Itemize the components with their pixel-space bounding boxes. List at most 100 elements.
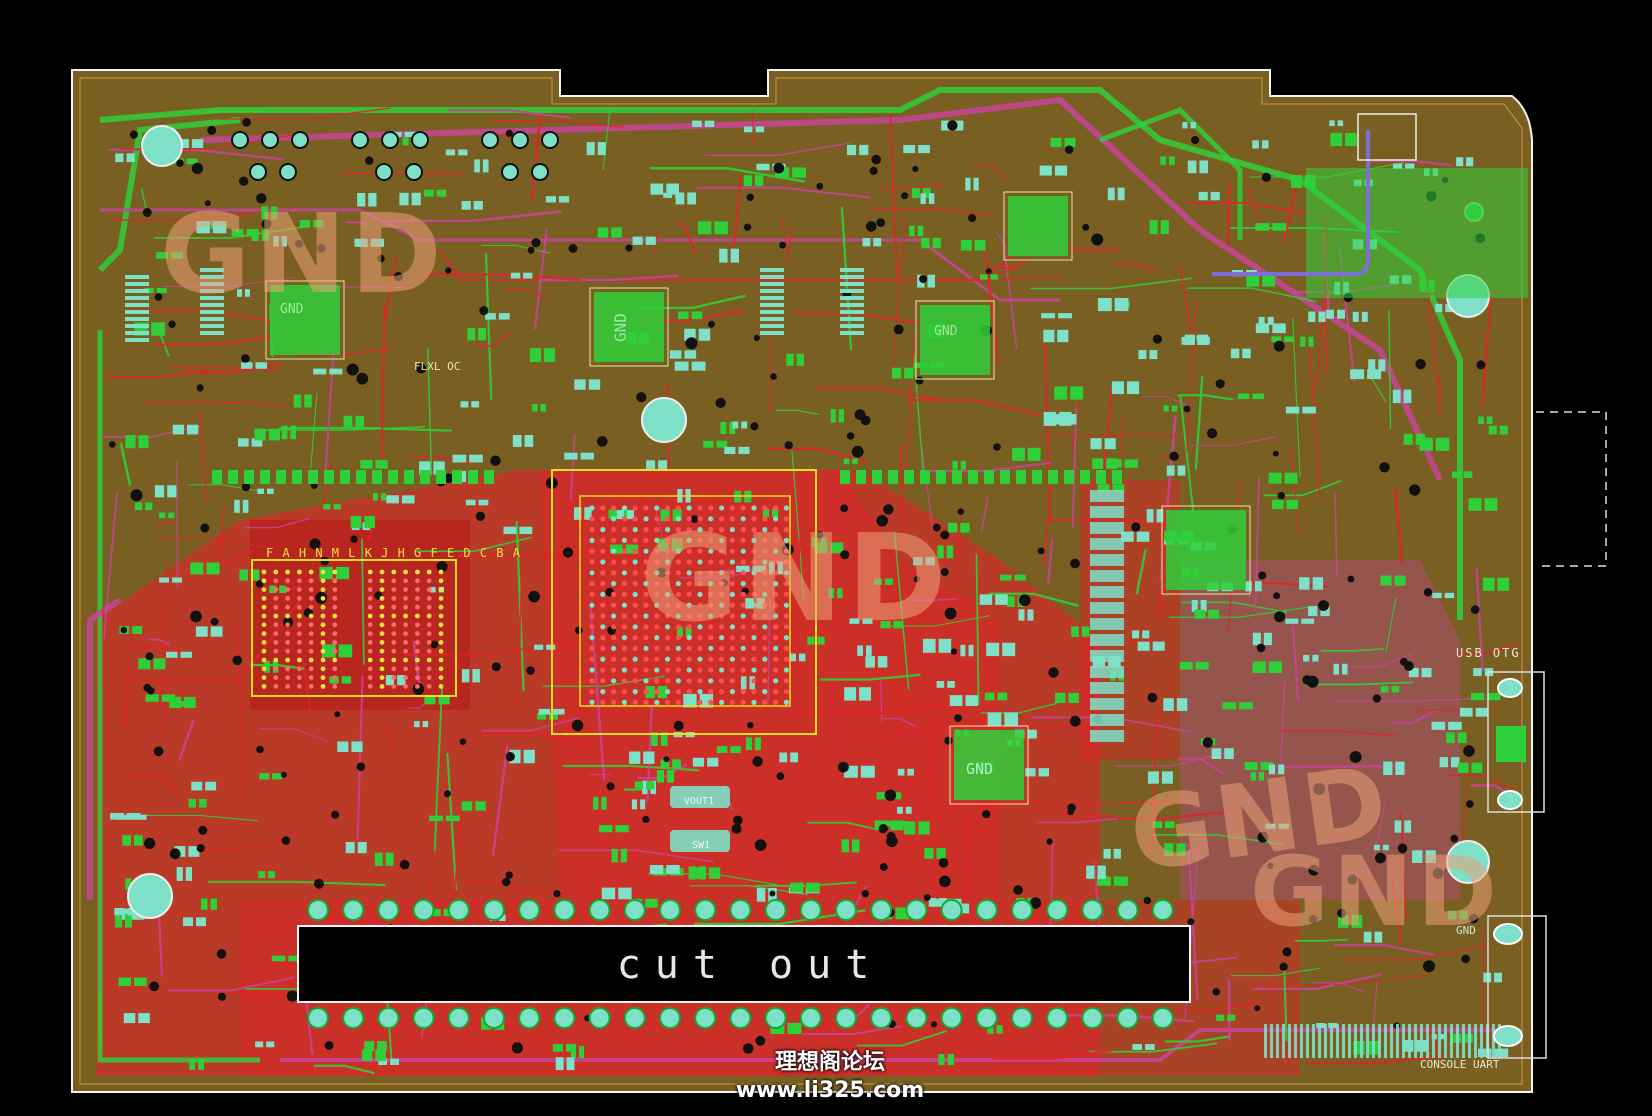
bga-ball: [654, 537, 660, 544]
through-hole-pad: [481, 131, 499, 149]
via: [1152, 334, 1162, 344]
smd-pad: [1090, 438, 1102, 450]
bga-ball: [600, 548, 606, 554]
bga-ball: [719, 699, 725, 706]
ddr-ball: [308, 578, 314, 584]
smd-pad: [1268, 472, 1282, 484]
bga-ball: [654, 624, 660, 630]
bga-ball: [783, 656, 790, 662]
ddr-ball: [367, 631, 373, 636]
bga-ball: [665, 656, 671, 662]
via: [865, 221, 877, 232]
bga-ball: [654, 689, 660, 695]
bga-ball: [611, 635, 617, 641]
ddr-ball: [438, 569, 444, 575]
fpc-pin: [1270, 1024, 1273, 1058]
via: [1215, 379, 1225, 389]
smd-pad: [1421, 667, 1432, 678]
bga-ball: [643, 667, 649, 673]
smd-pad: [145, 694, 159, 702]
bga-ball: [751, 591, 757, 598]
ddr-ball: [297, 675, 302, 680]
qfp-pin: [125, 317, 149, 321]
smd-pad: [132, 626, 142, 634]
bga-ball: [600, 527, 606, 533]
ddr-ball: [391, 613, 397, 619]
bga-ball: [708, 667, 714, 673]
ddr-ball: [297, 604, 302, 610]
smd-pad: [1271, 499, 1284, 510]
smd-pad: [1149, 350, 1158, 360]
smd-pad: [905, 806, 912, 814]
smd-pad: [1252, 632, 1261, 646]
smd-pad: [1198, 191, 1208, 201]
smd-pad: [122, 835, 131, 846]
bga-ball: [708, 548, 714, 554]
bga-ball: [686, 559, 692, 565]
bga-ball: [751, 613, 757, 619]
sd-card-slot[interactable]: [1536, 411, 1607, 567]
smd-pad: [1444, 592, 1455, 599]
bga-ball: [751, 667, 757, 673]
bga-ball: [708, 516, 714, 522]
header-pin: [870, 1007, 893, 1029]
bga-ball: [740, 516, 746, 522]
via: [501, 877, 511, 887]
ddr-ball: [391, 631, 397, 636]
smd-pad: [205, 781, 217, 791]
qfp-pin: [840, 282, 864, 286]
bga-ball: [773, 505, 779, 511]
smd-pad: [380, 493, 386, 501]
connector-pad: [452, 470, 462, 484]
via: [707, 320, 715, 328]
header-pin: [975, 899, 998, 921]
smd-pad: [385, 852, 394, 866]
smd-pad: [924, 847, 934, 859]
via: [1191, 136, 1200, 145]
smd-pad: [115, 913, 122, 928]
via: [1313, 783, 1326, 795]
ddr-ball: [285, 587, 290, 592]
via: [876, 218, 886, 228]
bga-ball: [665, 570, 671, 576]
bga-ball: [643, 505, 649, 511]
via: [1069, 715, 1081, 727]
via: [755, 1035, 766, 1046]
pcb-layout-canvas[interactable]: [0, 0, 1652, 1116]
smd-pad: [920, 193, 926, 204]
fpc-pin: [1444, 1024, 1447, 1058]
fpc-pin: [1378, 1024, 1381, 1058]
via: [286, 990, 298, 1002]
ddr-ball: [285, 604, 290, 610]
bga-ball: [643, 591, 649, 598]
bga-ball: [632, 581, 638, 587]
bga-ball: [589, 635, 595, 641]
ddr-ball: [320, 675, 326, 680]
smd-pad: [979, 594, 993, 605]
smd-pad: [189, 1058, 196, 1070]
smd-pad: [1487, 692, 1501, 701]
ddr-ball: [415, 604, 420, 610]
smd-pad: [847, 144, 857, 156]
ddr-ball: [379, 657, 385, 663]
smd-pad: [1147, 771, 1159, 784]
smd-pad: [631, 799, 637, 810]
ddr-ball: [332, 684, 338, 689]
bga-ball: [708, 645, 714, 652]
ddr-ball: [320, 631, 326, 636]
ddr-ball: [367, 604, 373, 610]
via: [944, 607, 957, 620]
via: [1187, 918, 1195, 926]
ddr-ball: [367, 648, 373, 654]
via: [129, 130, 138, 139]
bga-ball: [783, 548, 790, 554]
ddr-ball: [415, 587, 420, 592]
bga-ball: [643, 548, 649, 554]
ddr-ball: [261, 604, 267, 610]
bga-ball: [589, 667, 595, 673]
smd-pad: [370, 238, 384, 247]
through-hole-pad: [405, 163, 423, 181]
via: [145, 652, 154, 661]
bga-ball: [729, 624, 736, 630]
bga-ball: [762, 667, 768, 673]
